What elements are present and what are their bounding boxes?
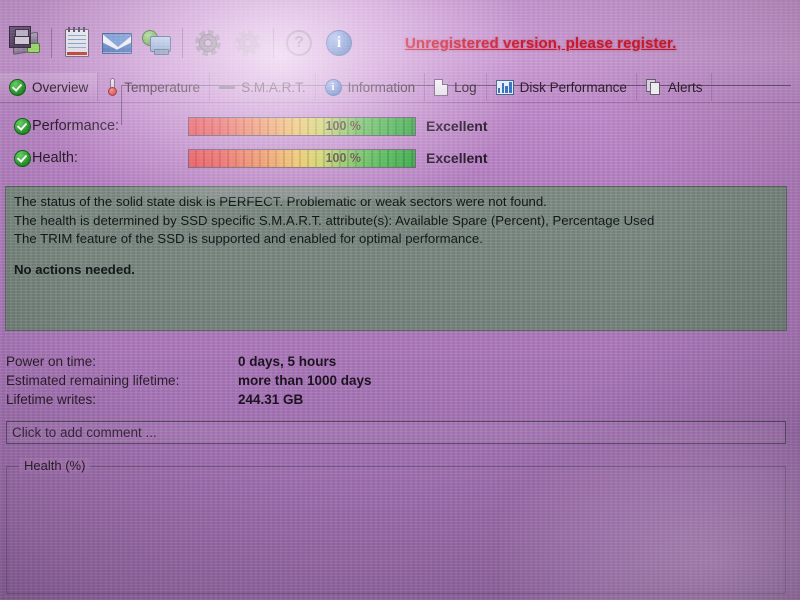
- status-line: The health is determined by SSD specific…: [14, 212, 655, 228]
- health-bar: 100 %: [188, 148, 416, 168]
- info-row-lifetime-writes: Lifetime writes: 244.31 GB: [6, 390, 526, 409]
- performance-label: Performance:: [32, 118, 120, 134]
- green-check-icon: [14, 149, 31, 167]
- toolbar-separator: [182, 28, 183, 58]
- application-window: ? i Unregistered version, please registe…: [0, 0, 800, 600]
- envelope-icon[interactable]: [97, 23, 137, 63]
- status-message-box: The status of the solid state disk is PE…: [5, 186, 787, 331]
- health-chart-groupbox: Health (%): [6, 458, 786, 594]
- health-verdict: Excellent: [426, 150, 488, 166]
- tab-temperature[interactable]: Temperature: [98, 73, 211, 101]
- gear-icon[interactable]: [188, 23, 228, 63]
- info-row-power-on-time: Power on time: 0 days, 5 hours: [6, 352, 526, 371]
- tab-label: Alerts: [667, 79, 703, 95]
- tab-disk-performance[interactable]: Disk Performance: [487, 73, 637, 101]
- tab-overview[interactable]: Overview: [0, 73, 99, 101]
- gear-disabled-icon: [228, 23, 268, 63]
- dash-icon: [219, 85, 236, 89]
- tab-smart[interactable]: S.M.A.R.T.: [210, 73, 316, 101]
- tab-label: Temperature: [124, 79, 201, 95]
- info-icon: i: [324, 78, 342, 96]
- performance-bar: 100 %: [188, 116, 416, 136]
- tab-label: Information: [347, 79, 416, 95]
- info-row-remaining-lifetime: Estimated remaining lifetime: more than …: [6, 371, 526, 390]
- save-icon[interactable]: [9, 26, 31, 48]
- page-icon: [434, 78, 449, 96]
- tab-label: Disk Performance: [519, 79, 627, 95]
- info-value: 0 days, 5 hours: [238, 354, 337, 369]
- info-key: Lifetime writes:: [6, 392, 97, 407]
- screen-photo: ? i Unregistered version, please registe…: [0, 0, 800, 600]
- tab-label: S.M.A.R.T.: [241, 79, 306, 95]
- green-check-icon: [14, 117, 31, 135]
- comment-placeholder: Click to add comment ...: [12, 425, 157, 440]
- info-key: Estimated remaining lifetime:: [6, 373, 180, 388]
- help-icon[interactable]: ?: [279, 23, 319, 63]
- status-action: No actions needed.: [14, 261, 135, 277]
- health-chart-title: Health (%): [19, 458, 91, 473]
- bar-chart-icon: [495, 79, 514, 95]
- status-line: The TRIM feature of the SSD is supported…: [14, 231, 483, 246]
- tab-bar: Overview Temperature S.M.A.R.T. i Inform…: [0, 72, 800, 103]
- performance-percent: 100 %: [325, 118, 361, 133]
- health-percent: 100 %: [325, 150, 361, 165]
- comment-input[interactable]: Click to add comment ...: [6, 421, 786, 444]
- tab-alerts[interactable]: Alerts: [637, 73, 713, 101]
- toolbar-separator: [273, 28, 274, 58]
- thermometer-icon: [107, 78, 118, 96]
- performance-row: Performance: 100 % Excellent: [10, 113, 610, 139]
- network-monitor-icon[interactable]: [137, 23, 177, 63]
- health-label: Health:: [32, 150, 78, 166]
- copy-pages-icon: [645, 78, 662, 96]
- tab-label: Overview: [32, 79, 89, 95]
- tab-log[interactable]: Log: [425, 73, 487, 101]
- unregistered-notice[interactable]: Unregistered version, please register.: [405, 35, 676, 52]
- status-line: The status of the solid state disk is PE…: [14, 194, 547, 209]
- performance-verdict: Excellent: [426, 118, 488, 134]
- info-key: Power on time:: [6, 354, 97, 369]
- toolbar: ? i Unregistered version, please registe…: [0, 18, 800, 68]
- green-check-icon: [9, 78, 26, 96]
- info-icon[interactable]: i: [319, 23, 359, 63]
- info-value: 244.31 GB: [238, 392, 304, 407]
- info-value: more than 1000 days: [238, 373, 372, 388]
- bar-segments: [189, 117, 415, 135]
- toolbar-separator: [51, 28, 52, 58]
- health-row: Health: 100 % Excellent: [10, 145, 610, 171]
- drive-info-list: Power on time: 0 days, 5 hours Estimated…: [6, 352, 526, 409]
- notepad-icon[interactable]: [57, 23, 97, 63]
- tab-information[interactable]: i Information: [316, 73, 426, 101]
- bar-segments: [189, 149, 415, 167]
- tab-label: Log: [454, 79, 477, 95]
